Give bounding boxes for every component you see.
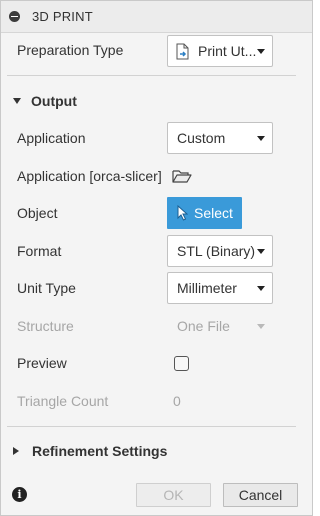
unit-type-label: Unit Type [17,280,76,296]
divider [7,426,296,427]
application-dropdown[interactable]: Custom [167,122,273,154]
select-button-label: Select [194,205,233,221]
unit-type-value: Millimeter [177,280,237,296]
preview-checkbox[interactable] [174,356,189,371]
preview-label: Preview [17,355,67,371]
dialog-title: 3D PRINT [32,9,93,24]
print-utility-icon [176,43,189,60]
unit-type-dropdown[interactable]: Millimeter [167,272,273,304]
refinement-settings-header[interactable]: Refinement Settings [13,443,167,459]
cursor-arrow-icon [177,205,188,221]
structure-label: Structure [17,318,74,334]
application-value: Custom [177,130,226,146]
ok-button[interactable]: OK [136,483,211,507]
format-value: STL (Binary) [177,243,256,259]
collapse-icon[interactable] [9,11,20,22]
triangle-count-value: 0 [173,393,181,409]
refinement-header-label: Refinement Settings [32,443,168,459]
preparation-type-dropdown[interactable]: Print Ut... [167,35,273,67]
format-dropdown[interactable]: STL (Binary) [167,235,273,267]
preparation-type-label: Preparation Type [17,42,124,58]
dialog-footer: i OK Cancel [1,475,312,515]
structure-dropdown: One File [167,310,273,342]
divider [7,75,296,76]
preparation-type-value: Print Ut... [198,43,257,59]
object-select-button[interactable]: Select [167,197,242,229]
3d-print-dialog: 3D PRINT Preparation Type Print Ut... Ou… [0,0,313,516]
chevron-right-icon [13,447,19,455]
application-label: Application [17,130,86,146]
triangle-count-label: Triangle Count [17,393,109,409]
object-label: Object [17,205,58,221]
folder-open-icon[interactable] [172,168,192,184]
chevron-down-icon [13,98,21,104]
application-path-label: Application [orca-slicer] [17,168,162,184]
output-section-header[interactable]: Output [13,93,77,109]
info-icon[interactable]: i [12,487,27,502]
output-header-label: Output [31,93,77,109]
format-label: Format [17,243,62,259]
structure-value: One File [177,318,230,334]
title-bar: 3D PRINT [1,1,312,33]
cancel-button[interactable]: Cancel [223,483,298,507]
